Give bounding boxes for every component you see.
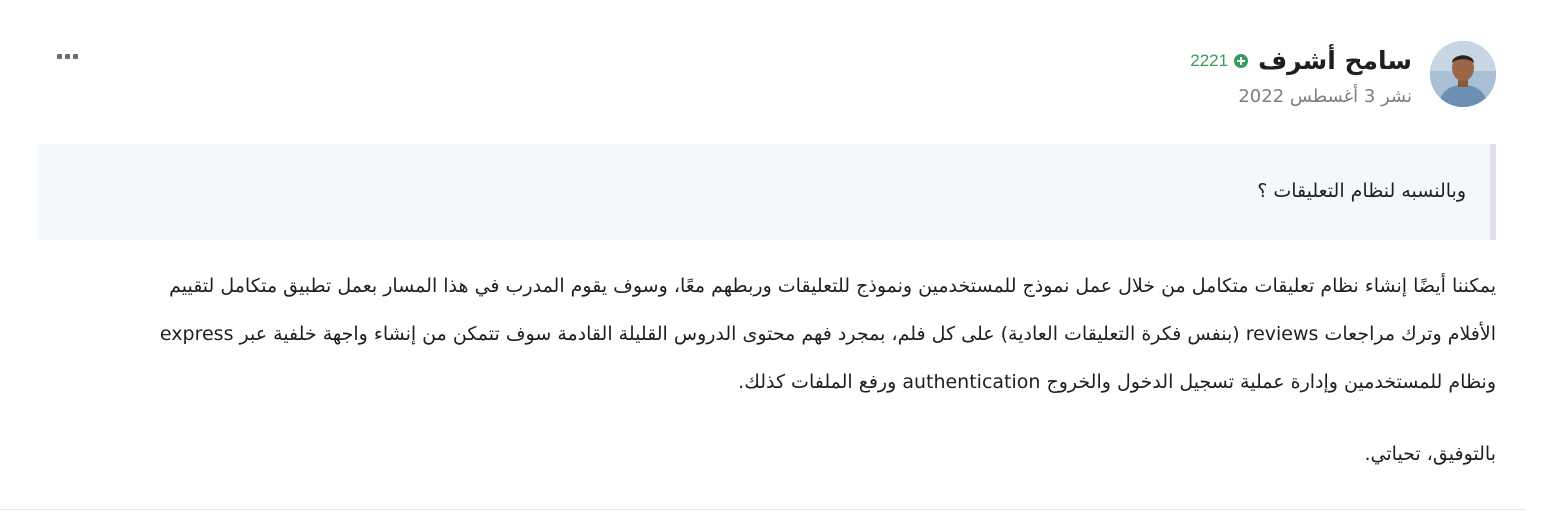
reputation-count: 2221 (1190, 51, 1229, 70)
forum-post: سامح أشرف 2221 نشر 3 أغسطس 2022 وبالنسبه… (0, 0, 1558, 512)
body-line: الأفلام وترك مراجعات reviews (بنفس فكرة … (159, 323, 1496, 345)
post-body: يمكننا أيضًا إنشاء نظام تعليقات متكامل م… (76, 262, 1496, 406)
post-signoff: بالتوفيق، تحياتي. (1364, 443, 1497, 465)
dot-icon (64, 53, 70, 59)
reputation-badge[interactable]: 2221 (1190, 51, 1249, 71)
plus-circle-icon (1234, 54, 1249, 68)
more-options-icon[interactable] (52, 44, 82, 68)
quote-block: وبالنسبه لنظام التعليقات ؟ (38, 144, 1496, 240)
dot-icon (56, 53, 62, 59)
post-date[interactable]: نشر 3 أغسطس 2022 (1238, 84, 1412, 110)
author-info: سامح أشرف 2221 (1190, 44, 1412, 78)
author-name[interactable]: سامح أشرف (1258, 44, 1412, 78)
quote-text: وبالنسبه لنظام التعليقات ؟ (1257, 180, 1466, 202)
avatar-image (1430, 41, 1496, 107)
dot-icon (72, 53, 78, 59)
body-line: يمكننا أيضًا إنشاء نظام تعليقات متكامل م… (169, 275, 1496, 297)
user-avatar[interactable] (1430, 41, 1496, 107)
post-divider (0, 509, 1526, 510)
body-line: ونظام للمستخدمين وإدارة عملية تسجيل الدخ… (738, 371, 1496, 393)
